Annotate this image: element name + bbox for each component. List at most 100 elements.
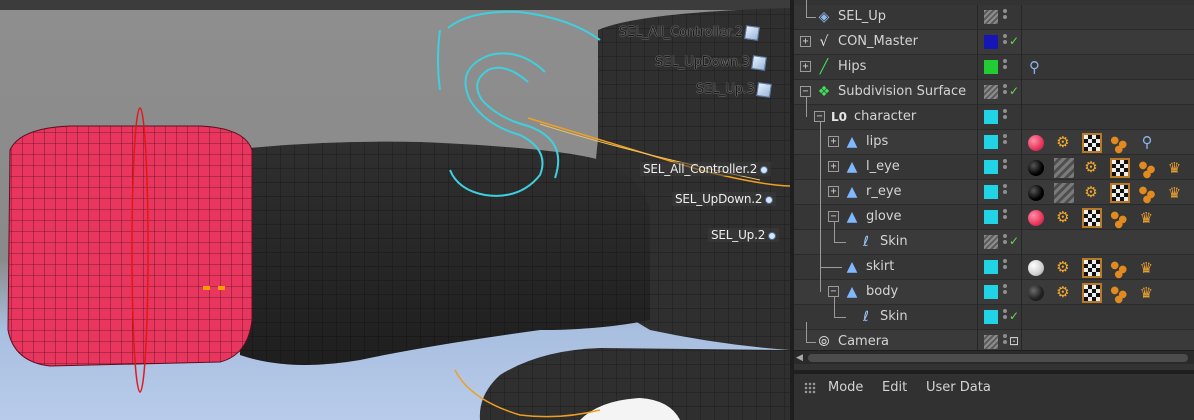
enabled-check-icon[interactable]: ✓ <box>1009 84 1019 98</box>
tree-row-camera[interactable]: ⦾ Camera ⊡ <box>794 322 1194 350</box>
texture-tag-icon[interactable] <box>1082 283 1103 303</box>
layer-swatch[interactable] <box>984 235 998 249</box>
material-tag-icon[interactable] <box>1026 258 1046 278</box>
label-sel-up-top[interactable]: SEL_Up.3 <box>696 81 772 98</box>
ik-tag-icon[interactable] <box>1026 58 1046 78</box>
camera-target-icon[interactable]: ⊡ <box>1009 334 1019 348</box>
scrollbar-thumb[interactable] <box>808 354 1188 362</box>
uvw-tag-icon[interactable] <box>1082 183 1102 203</box>
material-tag-icon[interactable] <box>1054 183 1075 203</box>
enabled-check-icon[interactable]: ✓ <box>1009 234 1019 248</box>
collapse-toggle[interactable]: − <box>828 211 839 222</box>
layer-swatch[interactable] <box>984 310 998 324</box>
pose-tag-icon[interactable] <box>1167 158 1187 178</box>
tree-row-sel-up[interactable]: ◈ SEL_Up <box>794 0 1194 30</box>
material-tag-icon[interactable] <box>1026 158 1046 178</box>
material-tag-icon[interactable] <box>1026 208 1046 228</box>
visibility-dots[interactable] <box>1003 309 1007 325</box>
tree-row-l-eye[interactable]: + ▲ l_eye <box>794 147 1194 180</box>
texture-tag-icon[interactable] <box>1082 208 1103 228</box>
texture-tag-icon[interactable] <box>1082 133 1103 153</box>
visibility-dots[interactable] <box>1003 159 1007 175</box>
texture-tag-icon[interactable] <box>1110 158 1131 178</box>
layer-swatch[interactable] <box>984 285 998 299</box>
layer-swatch[interactable] <box>984 110 998 124</box>
menu-user-data[interactable]: User Data <box>926 380 991 395</box>
collapse-toggle[interactable]: − <box>814 111 825 122</box>
expand-toggle[interactable]: + <box>828 136 839 147</box>
layer-swatch[interactable] <box>984 135 998 149</box>
weight-tag-icon[interactable] <box>1139 158 1159 178</box>
collapse-toggle[interactable]: − <box>828 286 839 297</box>
layer-swatch[interactable] <box>984 335 998 349</box>
uvw-tag-icon[interactable] <box>1054 208 1074 228</box>
expand-toggle[interactable]: + <box>800 36 811 47</box>
tree-row-glove-skin[interactable]: ℓ Skin ✓ <box>794 222 1194 255</box>
label-sel-updown-top[interactable]: SEL_UpDown.3 <box>655 54 767 71</box>
layer-swatch[interactable] <box>984 35 998 49</box>
menu-mode[interactable]: Mode <box>828 380 863 395</box>
expand-toggle[interactable]: + <box>828 161 839 172</box>
weight-tag-icon[interactable] <box>1110 208 1130 228</box>
uvw-tag-icon[interactable] <box>1054 283 1074 303</box>
layer-swatch[interactable] <box>984 260 998 274</box>
pose-tag-icon[interactable] <box>1167 183 1187 203</box>
3d-viewport[interactable]: SEL_All_Controller.2 SEL_UpDown.3 SEL_Up… <box>0 0 790 420</box>
tree-row-body[interactable]: − ▲ body <box>794 272 1194 305</box>
layer-swatch[interactable] <box>984 210 998 224</box>
collapse-toggle[interactable]: − <box>800 86 811 97</box>
weight-tag-icon[interactable] <box>1110 258 1130 278</box>
layer-swatch[interactable] <box>984 10 998 24</box>
grip-icon[interactable] <box>804 382 816 394</box>
layer-swatch[interactable] <box>984 160 998 174</box>
horizontal-scrollbar[interactable]: ◀ <box>794 350 1194 364</box>
material-tag-icon[interactable] <box>1026 133 1046 153</box>
visibility-dots[interactable] <box>1003 84 1007 100</box>
visibility-dots[interactable] <box>1003 234 1007 250</box>
tree-row-r-eye[interactable]: + ▲ r_eye <box>794 172 1194 205</box>
pose-tag-icon[interactable] <box>1139 208 1159 228</box>
label-sel-updown-mid[interactable]: SEL_UpDown.2 <box>672 192 777 206</box>
visibility-dots[interactable] <box>1003 259 1007 275</box>
visibility-dots[interactable] <box>1003 284 1007 300</box>
visibility-dots[interactable] <box>1003 59 1007 75</box>
expand-toggle[interactable]: + <box>828 186 839 197</box>
material-tag-icon[interactable] <box>1026 283 1046 303</box>
uvw-tag-icon[interactable] <box>1054 258 1074 278</box>
object-manager-tree[interactable]: ◈ SEL_Up + √ CON_Master ✓ + ╱ Hips ⚲ − ❖… <box>794 0 1194 350</box>
visibility-dots[interactable] <box>1003 9 1007 25</box>
texture-tag-icon[interactable] <box>1110 183 1131 203</box>
tree-row-glove[interactable]: − ▲ glove <box>794 197 1194 230</box>
pose-tag-icon[interactable] <box>1139 258 1159 278</box>
visibility-dots[interactable] <box>1003 134 1007 150</box>
weight-tag-icon[interactable] <box>1139 183 1159 203</box>
enabled-check-icon[interactable]: ✓ <box>1009 34 1019 48</box>
weight-tag-icon[interactable] <box>1110 133 1130 153</box>
layer-swatch[interactable] <box>984 185 998 199</box>
uvw-tag-icon[interactable] <box>1082 158 1102 178</box>
pose-tag-icon[interactable] <box>1139 283 1159 303</box>
scroll-left-arrow-icon[interactable]: ◀ <box>796 353 803 363</box>
expand-toggle[interactable]: + <box>800 61 811 72</box>
label-sel-up-mid[interactable]: SEL_Up.2 <box>708 228 780 242</box>
visibility-dots[interactable] <box>1003 109 1007 125</box>
menu-edit[interactable]: Edit <box>882 380 907 395</box>
tree-row-skirt[interactable]: ▲ skirt <box>794 247 1194 280</box>
label-sel-all-top[interactable]: SEL_All_Controller.2 <box>619 24 760 41</box>
tree-row-con-master[interactable]: + √ CON_Master ✓ <box>794 30 1194 55</box>
texture-tag-icon[interactable] <box>1082 258 1103 278</box>
layer-swatch[interactable] <box>984 85 998 99</box>
material-tag-icon[interactable] <box>1054 158 1075 178</box>
tree-row-hips[interactable]: + ╱ Hips <box>794 55 1194 80</box>
weight-tag-icon[interactable] <box>1110 283 1130 303</box>
visibility-dots[interactable] <box>1003 34 1007 50</box>
material-tag-icon[interactable] <box>1026 183 1046 203</box>
tree-row-lips[interactable]: + ▲ lips <box>794 122 1194 155</box>
constraint-tag-icon[interactable] <box>1139 133 1159 153</box>
uvw-tag-icon[interactable] <box>1054 133 1074 153</box>
enabled-check-icon[interactable]: ✓ <box>1009 309 1019 323</box>
label-sel-all-mid[interactable]: SEL_All_Controller.2 <box>640 162 772 176</box>
tree-row-subdivision-surface[interactable]: − ❖ Subdivision Surface ✓ <box>794 80 1194 105</box>
visibility-dots[interactable] <box>1003 334 1007 350</box>
visibility-dots[interactable] <box>1003 184 1007 200</box>
